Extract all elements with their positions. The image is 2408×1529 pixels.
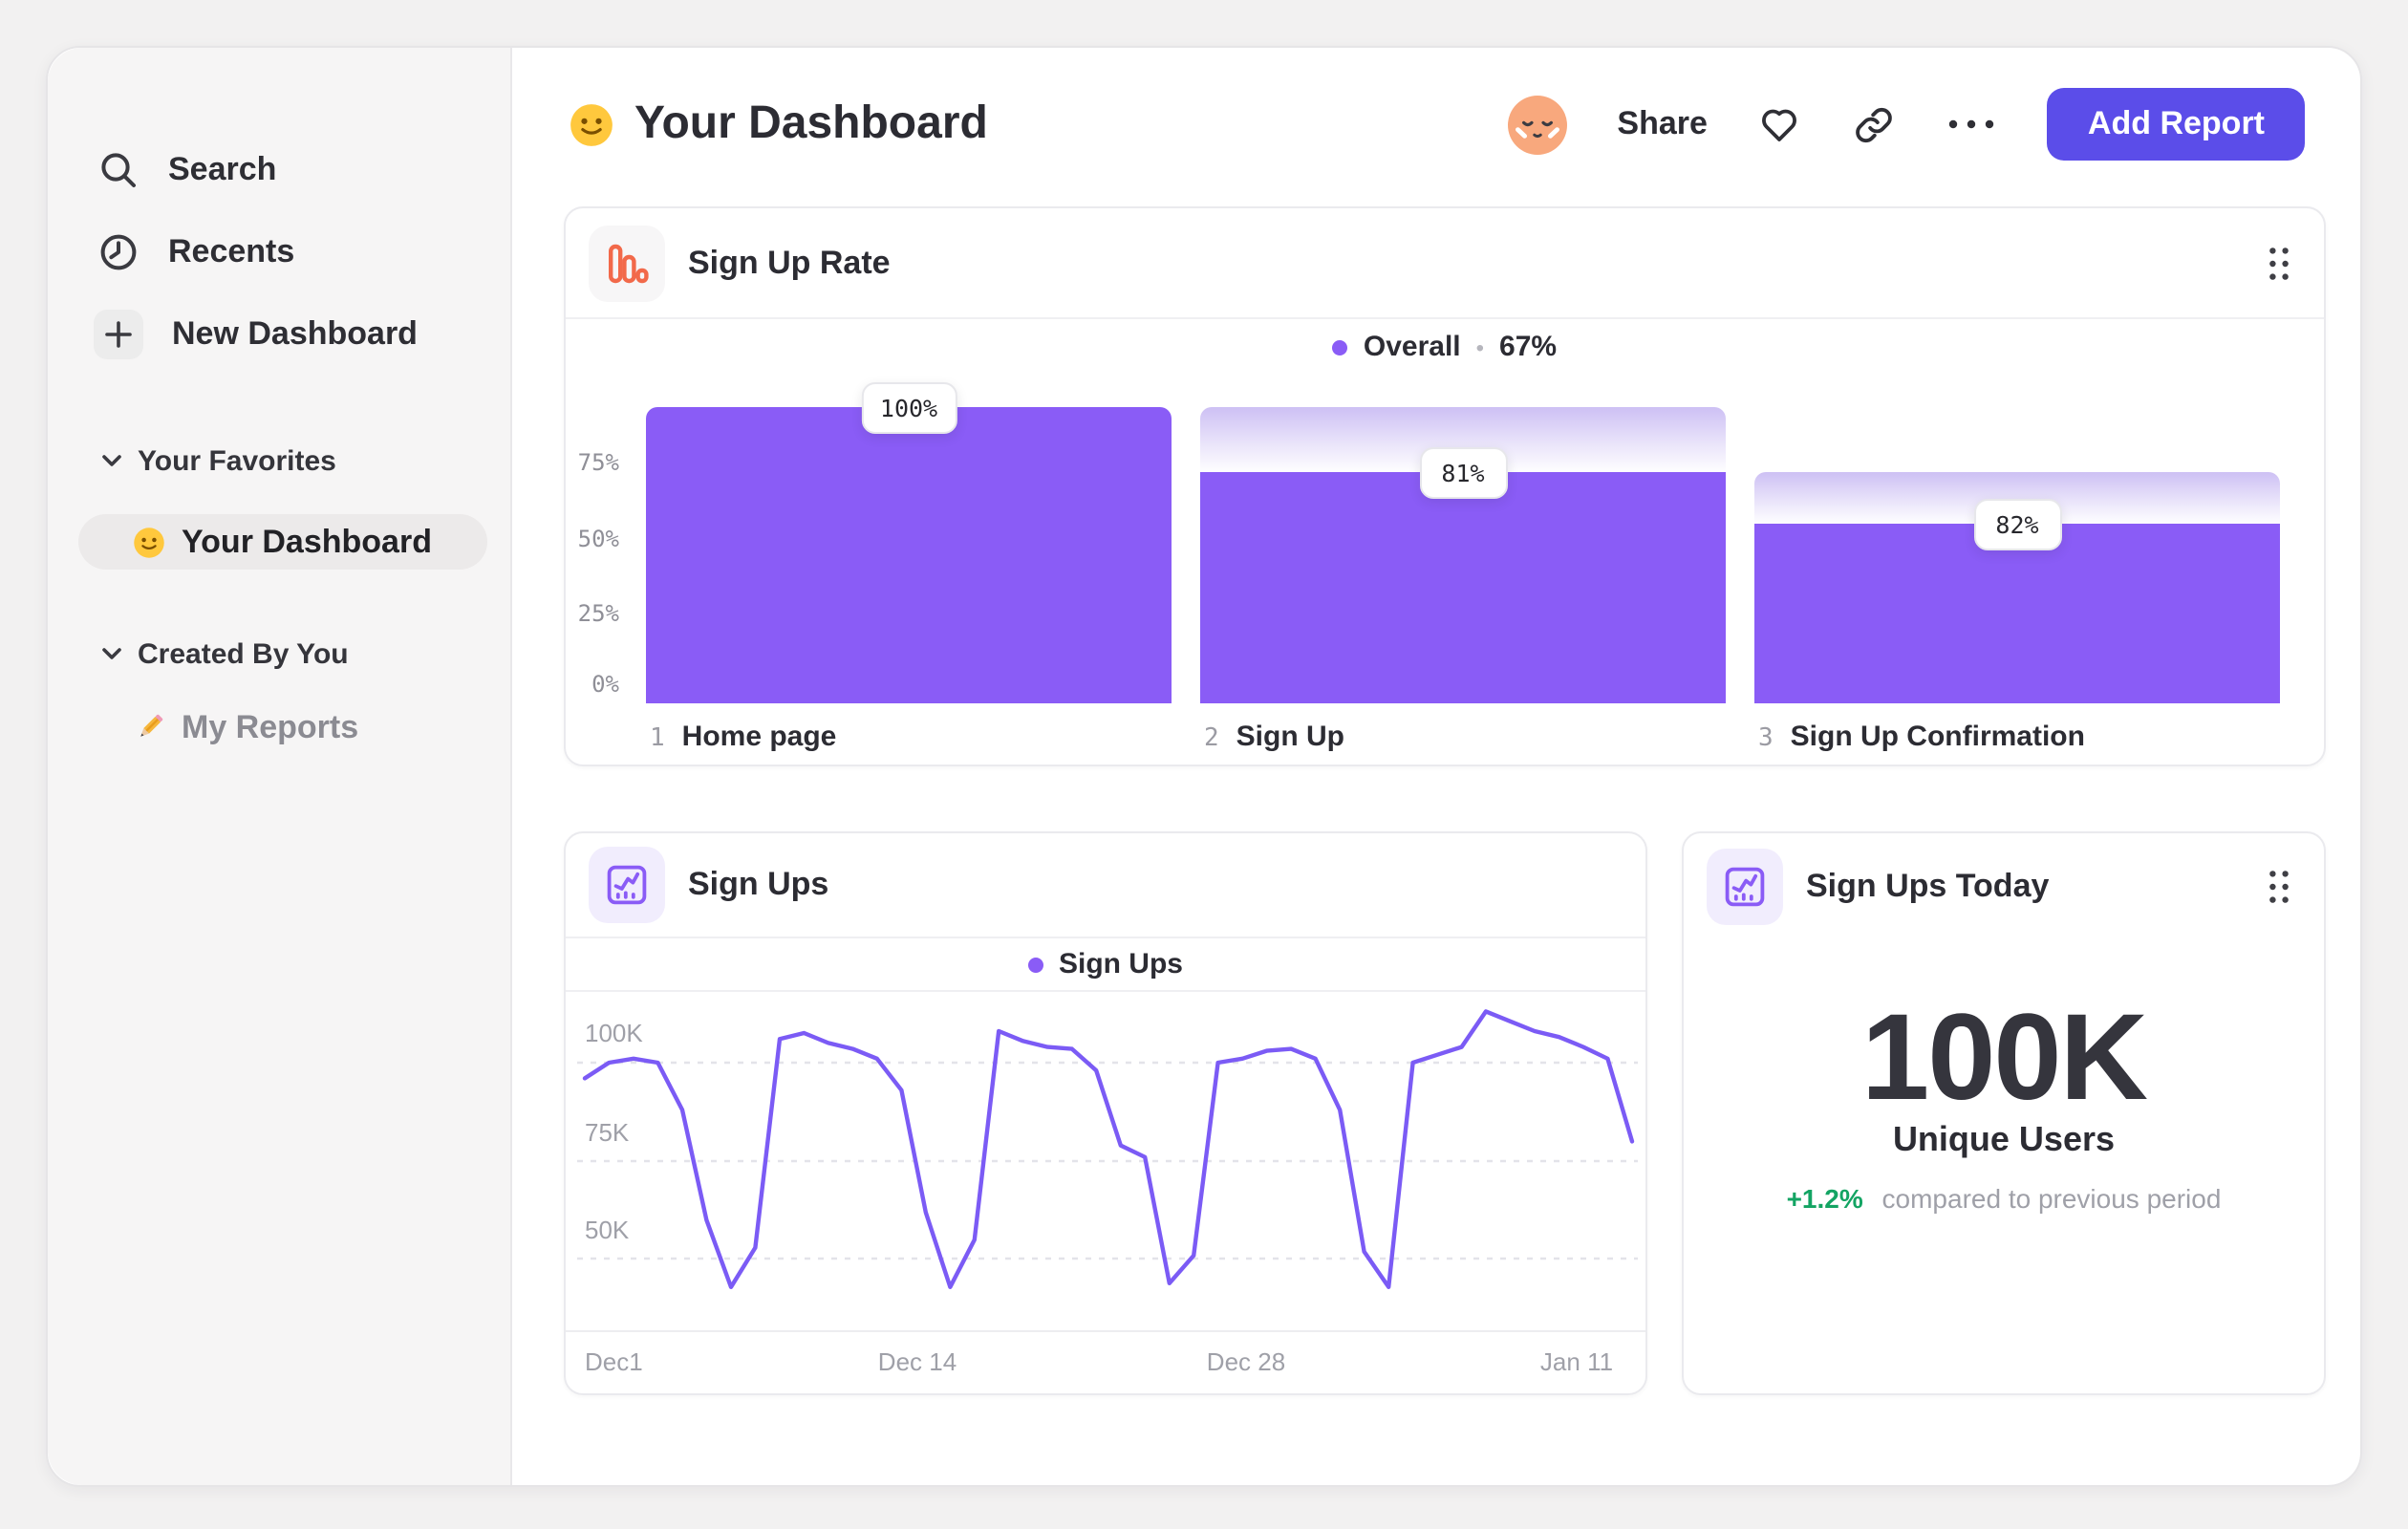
- funnel-bar-solid: [1754, 524, 2280, 702]
- sign-up-rate-card: Sign Up Rate Overall • 67% 75% 50% 25% 0…: [564, 206, 2326, 766]
- metric-label: Unique Users: [1892, 1120, 2116, 1158]
- copy-link-icon[interactable]: [1853, 102, 1897, 146]
- chevron-down-icon: [101, 646, 122, 661]
- sidebar-item-label: New Dashboard: [172, 315, 418, 352]
- line-plot: 100K 75K 50K: [566, 992, 1649, 1330]
- funnel-step[interactable]: 82% 3 Sign Up Confirmation: [1754, 208, 2280, 752]
- favorite-heart-icon[interactable]: [1757, 101, 1803, 147]
- created-section-header[interactable]: Created By You: [48, 631, 510, 677]
- funnel-step[interactable]: 81% 2 Sign Up: [1200, 208, 1726, 752]
- sidebar-item-search[interactable]: Search: [48, 136, 510, 205]
- line-chart-icon: [589, 847, 665, 923]
- funnel-value-tooltip: 100%: [860, 382, 957, 434]
- y-axis-tick: 75K: [585, 1118, 630, 1147]
- section-label: Created By You: [138, 637, 349, 670]
- sidebar-item-label: My Reports: [182, 708, 359, 744]
- metric-value: 100K: [1861, 988, 2148, 1126]
- delta-note: compared to previous period: [1881, 1183, 2222, 1214]
- bar-stack: [646, 407, 1172, 702]
- funnel-plot: 100% 1 Home page 81% 2 Sign Up 82% 3 Sig…: [646, 208, 2280, 752]
- smiley-emoji-icon: [568, 100, 615, 148]
- drag-handle-icon[interactable]: [2268, 869, 2290, 903]
- funnel-step-label: 3 Sign Up Confirmation: [1758, 720, 2085, 752]
- search-icon: [97, 149, 140, 191]
- card-title: Sign Ups: [688, 866, 829, 902]
- x-axis-line: [566, 1330, 1645, 1332]
- x-axis-tick: Dec 14: [877, 1347, 957, 1376]
- step-name: Sign Up Confirmation: [1790, 720, 2085, 752]
- header-actions: Share Add Report: [1508, 88, 2305, 161]
- step-name: Home page: [681, 720, 837, 752]
- step-number: 3: [1758, 723, 1774, 752]
- delta-value: +1.2%: [1786, 1183, 1863, 1214]
- sidebar-item-your-dashboard[interactable]: Your Dashboard: [78, 514, 487, 570]
- sidebar-item-my-reports[interactable]: My Reports: [78, 700, 487, 755]
- metric-delta-row: +1.2% compared to previous period: [1684, 1183, 2324, 1214]
- funnel-bar-solid: [1200, 472, 1726, 702]
- sidebar-item-label: Search: [168, 151, 277, 187]
- favorites-section-header[interactable]: Your Favorites: [48, 438, 510, 484]
- y-axis-tick: 50K: [585, 1216, 630, 1244]
- sign-ups-today-card: Sign Ups Today 100K Unique Users +1.2% c…: [1682, 831, 2326, 1395]
- pencil-emoji-icon: [132, 710, 166, 744]
- sign-ups-card: Sign Ups Sign Ups 100K 75K 50K Dec1 Dec: [564, 831, 1647, 1395]
- plus-icon: [94, 310, 143, 359]
- funnel-step-label: 1 Home page: [650, 720, 836, 752]
- sidebar-item-label: Your Dashboard: [182, 523, 432, 559]
- funnel-value-tooltip: 81%: [1419, 447, 1507, 499]
- funnel-bar-solid: [646, 407, 1172, 702]
- funnel-value-tooltip: 82%: [1973, 499, 2061, 551]
- step-number: 2: [1204, 723, 1219, 752]
- step-number: 1: [650, 723, 665, 752]
- signups-polyline: [582, 1009, 1635, 1289]
- smiley-emoji-icon: [132, 525, 166, 559]
- card-title: Sign Ups Today: [1806, 867, 2050, 903]
- legend-dot: [1027, 957, 1043, 972]
- step-name: Sign Up: [1236, 720, 1344, 752]
- add-report-button[interactable]: Add Report: [2047, 88, 2305, 161]
- line-chart-icon: [1707, 848, 1783, 924]
- app-window: Search Recents New Dashboard Your Favori…: [46, 46, 2362, 1487]
- x-axis-tick: Dec1: [585, 1347, 643, 1376]
- y-axis-tick: 75%: [577, 449, 619, 476]
- section-label: Your Favorites: [138, 444, 336, 477]
- page-title: Your Dashboard: [568, 94, 988, 155]
- clock-icon: [97, 231, 140, 273]
- sidebar-item-label: Recents: [168, 233, 295, 269]
- x-axis-tick: Dec 28: [1206, 1347, 1286, 1376]
- card-header: Sign Ups: [566, 833, 1645, 938]
- y-axis-tick: 100K: [585, 1019, 643, 1047]
- sidebar-item-new-dashboard[interactable]: New Dashboard: [48, 300, 510, 369]
- line-legend[interactable]: Sign Ups: [566, 938, 1645, 992]
- legend-label: Sign Ups: [1058, 948, 1183, 980]
- more-options-icon[interactable]: [1946, 117, 1998, 132]
- share-button[interactable]: Share: [1617, 105, 1708, 143]
- card-header: Sign Ups Today: [1684, 833, 2324, 938]
- x-axis-tick: Jan 11: [1539, 1347, 1614, 1376]
- app-stage: Search Recents New Dashboard Your Favori…: [0, 0, 2408, 1529]
- funnel-step-label: 2 Sign Up: [1204, 720, 1344, 752]
- signups-line-svg: [577, 1009, 1638, 1289]
- user-avatar[interactable]: [1508, 95, 1568, 154]
- y-axis-tick: 0%: [591, 671, 619, 698]
- y-axis-tick: 50%: [577, 526, 619, 552]
- funnel-step[interactable]: 100% 1 Home page: [646, 208, 1172, 752]
- sidebar: Search Recents New Dashboard Your Favori…: [48, 48, 512, 1485]
- sidebar-item-recents[interactable]: Recents: [48, 218, 510, 287]
- chevron-down-icon: [101, 453, 122, 468]
- y-axis-tick: 25%: [577, 599, 619, 626]
- page-title-text: Your Dashboard: [634, 97, 988, 149]
